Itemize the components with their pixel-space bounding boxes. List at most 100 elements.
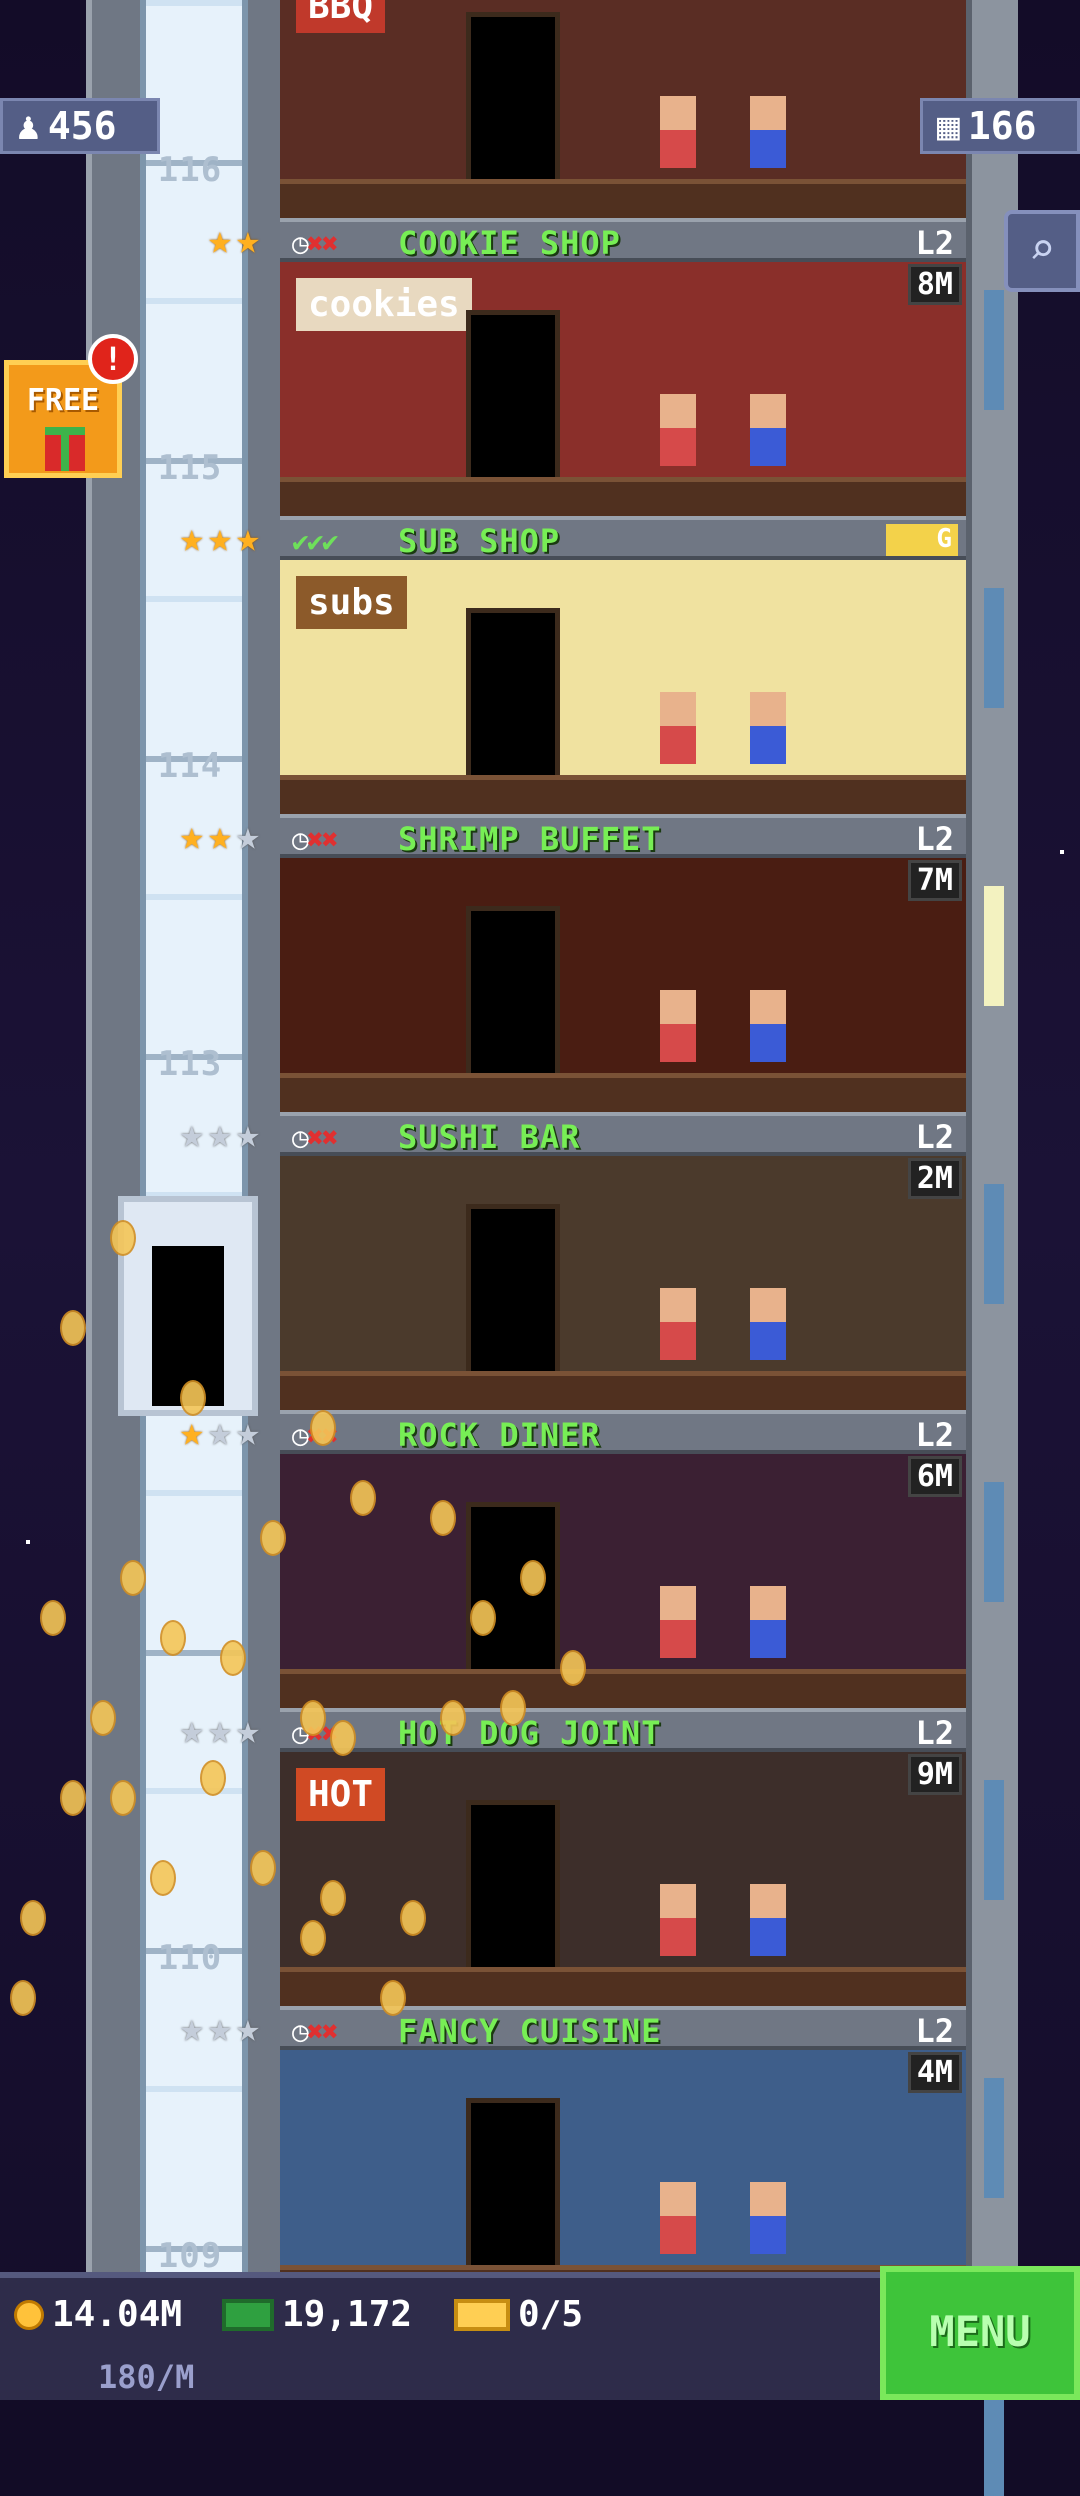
floor-114[interactable]: subs ✔✔✔ SUB SHOP G — [280, 516, 966, 814]
star-filled-icon: ★ — [179, 1409, 204, 1455]
floor-stars: ★ ★ ★ — [120, 1112, 260, 1156]
bitizen[interactable] — [750, 1884, 786, 1956]
floor-113[interactable]: ◷✖✖ SHRIMP BUFFET L2 7M — [280, 814, 966, 1112]
flying-coin — [470, 1600, 496, 1636]
floor-109[interactable]: ◷✖✖ FANCY CUISINE L2 4M — [280, 2006, 966, 2304]
bitizen[interactable] — [660, 1288, 696, 1360]
floor-level: L2 — [915, 1714, 954, 1752]
tickets-value: 0/5 — [518, 2294, 584, 2335]
star-filled-icon: ★ — [207, 217, 232, 263]
bitizen[interactable] — [750, 990, 786, 1062]
star-filled-icon: ★ — [235, 217, 260, 263]
counter — [280, 1073, 966, 1112]
floor-header: ◷✖✖ FANCY CUISINE L2 — [280, 2006, 966, 2050]
flying-coin — [150, 1860, 176, 1896]
restock-timer: 4M — [907, 2052, 962, 2093]
star-empty-icon: ★ — [235, 1111, 260, 1157]
building-icon: ▦ — [937, 104, 960, 148]
tower-window — [984, 588, 1004, 708]
bitizen[interactable] — [750, 1288, 786, 1360]
coins-display[interactable]: 14.04M — [14, 2294, 182, 2335]
sky-star — [1060, 850, 1064, 854]
floor-name: SUSHI BAR — [398, 1118, 581, 1156]
special-badge: G — [886, 524, 958, 556]
star-filled-icon: ★ — [235, 515, 260, 561]
star-empty-icon: ★ — [235, 1409, 260, 1455]
tower-window — [984, 886, 1004, 1006]
floor-level: L2 — [915, 2012, 954, 2050]
star-empty-icon: ★ — [235, 2005, 260, 2051]
floor-name: HOT DOG JOINT — [398, 1714, 662, 1752]
shop-sign: BBQ — [296, 0, 386, 33]
golden-ticket-icon — [454, 2298, 510, 2331]
star-empty-icon: ★ — [179, 1111, 204, 1157]
tower-window — [984, 1780, 1004, 1900]
floor-number: 115 — [157, 448, 223, 488]
flying-coin — [400, 1900, 426, 1936]
population-counter[interactable]: ♟ 456 — [0, 98, 160, 154]
flying-coin — [180, 1380, 206, 1416]
bitizen[interactable] — [660, 1884, 696, 1956]
flying-coin — [310, 1410, 336, 1446]
floor-stars: ★ ★ ★ — [120, 516, 260, 560]
star-empty-icon: ★ — [207, 1707, 232, 1753]
bitizen[interactable] — [660, 692, 696, 764]
flying-coin — [90, 1700, 116, 1736]
doorway — [466, 1204, 560, 1376]
bitizen[interactable] — [660, 990, 696, 1062]
search-button[interactable]: ⌕ — [1004, 210, 1080, 292]
restock-timer: 9M — [907, 1754, 962, 1795]
flying-coin — [120, 1560, 146, 1596]
restock-timer: 6M — [907, 1456, 962, 1497]
floor-number: 110 — [157, 1938, 223, 1978]
star-filled-icon: ★ — [179, 813, 204, 859]
doorway — [466, 608, 560, 780]
bux-display[interactable]: 19,172 — [222, 2294, 412, 2335]
flying-coin — [110, 1220, 136, 1256]
flying-coin — [350, 1480, 376, 1516]
flying-coin — [300, 1700, 326, 1736]
menu-button[interactable]: MENU — [880, 2266, 1080, 2400]
floor-115[interactable]: cookies ◷✖✖ COOKIE SHOP L2 8M — [280, 218, 966, 516]
bitizen[interactable] — [660, 394, 696, 466]
floor-header: ◷✖✖ SHRIMP BUFFET L2 — [280, 814, 966, 858]
flying-coin — [560, 1650, 586, 1686]
population-value: 456 — [47, 104, 117, 148]
bitizen[interactable] — [750, 2182, 786, 2254]
bitizen[interactable] — [750, 96, 786, 168]
bitizen[interactable] — [660, 1586, 696, 1658]
tower-window — [984, 2078, 1004, 2198]
floor-116[interactable]: BBQ — [280, 0, 966, 218]
star-filled-icon: ★ — [207, 515, 232, 561]
tower-window — [984, 1184, 1004, 1304]
star-empty-icon: ★ — [207, 1111, 232, 1157]
stock-status-icons: ◷✖✖ — [292, 1121, 339, 1154]
counter — [280, 775, 966, 814]
doorway — [466, 2098, 560, 2270]
restock-timer: 2M — [907, 1158, 962, 1199]
bitizen[interactable] — [750, 692, 786, 764]
floor-stars: ★ ★ ★ — [120, 2006, 260, 2050]
tower-window — [984, 1482, 1004, 1602]
bitizen[interactable] — [750, 394, 786, 466]
floor-110[interactable]: HOT ◷✖✖ HOT DOG JOINT L2 9M — [280, 1708, 966, 2006]
restock-timer: 8M — [907, 264, 962, 305]
doorway — [466, 12, 560, 184]
star-empty-icon: ★ — [207, 2005, 232, 2051]
floor-sushi-bar[interactable]: ◷✖✖ SUSHI BAR L2 2M — [280, 1112, 966, 1410]
bitizen[interactable] — [660, 96, 696, 168]
doorway — [466, 906, 560, 1078]
shop-sign: cookies — [296, 278, 472, 331]
tickets-display[interactable]: 0/5 — [454, 2294, 583, 2335]
bux-value: 19,172 — [282, 2294, 413, 2335]
bitizen[interactable] — [660, 2182, 696, 2254]
floor-rock-diner[interactable]: ◷✖✖ROCK DINERL26M — [280, 1410, 966, 1708]
bitizen[interactable] — [750, 1586, 786, 1658]
restock-timer: 7M — [907, 860, 962, 901]
star-empty-icon: ★ — [179, 1707, 204, 1753]
tower-edge — [966, 0, 1018, 2496]
floor-number: 109 — [157, 2236, 223, 2276]
floor-name: ROCK DINER — [398, 1416, 601, 1454]
floor-counter[interactable]: ▦ 166 — [920, 98, 1080, 154]
tower-window — [984, 290, 1004, 410]
